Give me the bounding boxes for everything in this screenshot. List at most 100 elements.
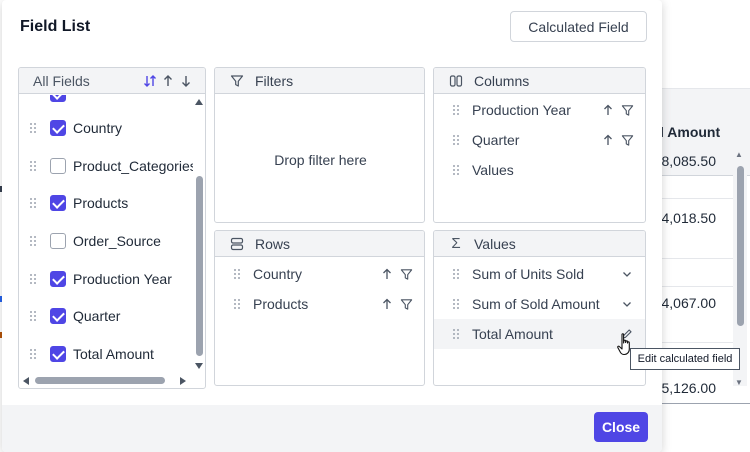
filter-icon: [229, 73, 245, 89]
filter-icon[interactable]: [620, 103, 634, 117]
field-checkbox[interactable]: [50, 158, 66, 174]
fields-horizontal-scroll-thumb[interactable]: [35, 377, 165, 384]
sort-arrow-up-icon[interactable]: [380, 297, 394, 311]
scroll-down-icon[interactable]: ▼: [735, 378, 743, 387]
column-item-label: Quarter: [472, 132, 520, 148]
row-item-products[interactable]: Products: [215, 289, 424, 319]
values-header: Σ Values: [434, 231, 645, 257]
grid-column-header: l Amount: [660, 124, 721, 140]
drag-handle-icon[interactable]: [29, 122, 37, 134]
field-label: Production Year: [73, 271, 172, 287]
sigma-icon: Σ: [451, 235, 461, 252]
drag-handle-icon[interactable]: [233, 268, 241, 280]
field-label: Products: [73, 195, 129, 211]
all-fields-title: All Fields: [33, 72, 90, 89]
value-item-sum-sold-amount[interactable]: Sum of Sold Amount: [434, 289, 645, 319]
filter-icon[interactable]: [399, 267, 413, 281]
sort-arrow-up-icon[interactable]: [380, 267, 394, 281]
dialog-footer: Close: [2, 405, 662, 452]
filter-icon[interactable]: [399, 297, 413, 311]
sort-descending-icon[interactable]: [179, 73, 193, 89]
field-checkbox[interactable]: [50, 120, 66, 136]
drag-handle-icon[interactable]: [233, 298, 241, 310]
drag-handle-icon[interactable]: [29, 348, 37, 360]
field-item-production-year[interactable]: Production Year: [19, 264, 193, 294]
all-fields-panel: All Fields Country Product_Categories Pr…: [18, 67, 206, 389]
value-item-total-amount[interactable]: Total Amount: [434, 319, 645, 349]
drag-handle-icon[interactable]: [452, 298, 460, 310]
filters-header: Filters: [215, 68, 424, 94]
rows-icon: [229, 236, 245, 252]
all-fields-list: Country Product_Categories Products Orde…: [19, 95, 193, 375]
row-item-label: Products: [253, 296, 309, 312]
field-checkbox[interactable]: [50, 308, 66, 324]
field-label: Order_Source: [73, 233, 161, 249]
field-checkbox[interactable]: [50, 271, 66, 287]
field-item-quarter[interactable]: Quarter: [19, 301, 193, 331]
sort-toggle-icon[interactable]: [143, 73, 157, 89]
scroll-right-icon[interactable]: [180, 377, 186, 385]
column-item-label: Production Year: [472, 102, 571, 118]
value-item-sum-units-sold[interactable]: Sum of Units Sold: [434, 259, 645, 289]
drag-handle-icon[interactable]: [29, 197, 37, 209]
scroll-down-icon[interactable]: [195, 363, 203, 369]
drag-handle-icon[interactable]: [29, 273, 37, 285]
columns-panel[interactable]: Columns Production Year Quarter Values: [433, 67, 646, 223]
columns-title: Columns: [474, 72, 530, 89]
sort-ascending-icon[interactable]: [161, 73, 175, 89]
field-item-products[interactable]: Products: [19, 188, 193, 218]
field-item-order-source[interactable]: Order_Source: [19, 226, 193, 256]
field-label: Country: [73, 120, 123, 136]
field-checkbox[interactable]: [50, 195, 66, 211]
field-checkbox[interactable]: [50, 233, 66, 249]
drop-filter-placeholder: Drop filter here: [274, 152, 367, 168]
field-label: Product_Categories: [73, 158, 193, 174]
grid-scroll-thumb[interactable]: [737, 166, 744, 326]
drag-handle-icon[interactable]: [452, 328, 460, 340]
close-button[interactable]: Close: [594, 412, 648, 442]
calculated-field-button[interactable]: Calculated Field: [510, 11, 647, 42]
rows-header: Rows: [215, 231, 424, 257]
row-item-country[interactable]: Country: [215, 259, 424, 289]
row-item-label: Country: [253, 266, 303, 282]
sort-arrow-up-icon[interactable]: [601, 133, 615, 147]
values-title: Values: [474, 235, 516, 252]
filters-title: Filters: [255, 72, 294, 89]
rows-panel[interactable]: Rows Country Products: [214, 230, 425, 386]
values-panel[interactable]: Σ Values Sum of Units Sold Sum of Sold A…: [433, 230, 646, 386]
edit-calculated-field-tooltip: Edit calculated field: [630, 348, 740, 370]
scroll-left-icon[interactable]: [23, 377, 29, 385]
field-label: Total Amount: [73, 346, 154, 362]
field-item-total-amount[interactable]: Total Amount: [19, 339, 193, 369]
sort-arrow-up-icon[interactable]: [601, 103, 615, 117]
sort-controls: [143, 73, 193, 89]
chevron-down-icon[interactable]: [620, 267, 634, 281]
scroll-up-icon[interactable]: [195, 99, 203, 105]
filters-panel[interactable]: Filters Drop filter here: [214, 67, 425, 223]
field-checkbox[interactable]: [50, 346, 66, 362]
drag-handle-icon[interactable]: [452, 268, 460, 280]
column-item-quarter[interactable]: Quarter: [434, 125, 645, 155]
scroll-up-icon[interactable]: ▲: [735, 150, 743, 159]
drag-handle-icon[interactable]: [452, 104, 460, 116]
field-list-dialog: Field List Calculated Field All Fields C…: [2, 0, 662, 452]
chevron-down-icon[interactable]: [620, 297, 634, 311]
drag-handle-icon[interactable]: [29, 160, 37, 172]
column-item-label: Values: [472, 162, 514, 178]
columns-header: Columns: [434, 68, 645, 94]
drag-handle-icon[interactable]: [452, 134, 460, 146]
field-item-country[interactable]: Country: [19, 113, 193, 143]
drag-handle-icon[interactable]: [29, 235, 37, 247]
rows-title: Rows: [255, 235, 291, 252]
field-item-product-categories[interactable]: Product_Categories: [19, 151, 193, 181]
value-item-label: Total Amount: [472, 326, 553, 342]
drag-handle-icon[interactable]: [452, 164, 460, 176]
column-item-production-year[interactable]: Production Year: [434, 95, 645, 125]
field-checkbox[interactable]: [50, 95, 66, 102]
column-item-values[interactable]: Values: [434, 155, 645, 185]
columns-icon: [448, 73, 464, 89]
drag-handle-icon[interactable]: [29, 310, 37, 322]
filter-icon[interactable]: [620, 133, 634, 147]
dialog-title: Field List: [20, 18, 91, 35]
fields-scroll-thumb[interactable]: [196, 176, 203, 356]
